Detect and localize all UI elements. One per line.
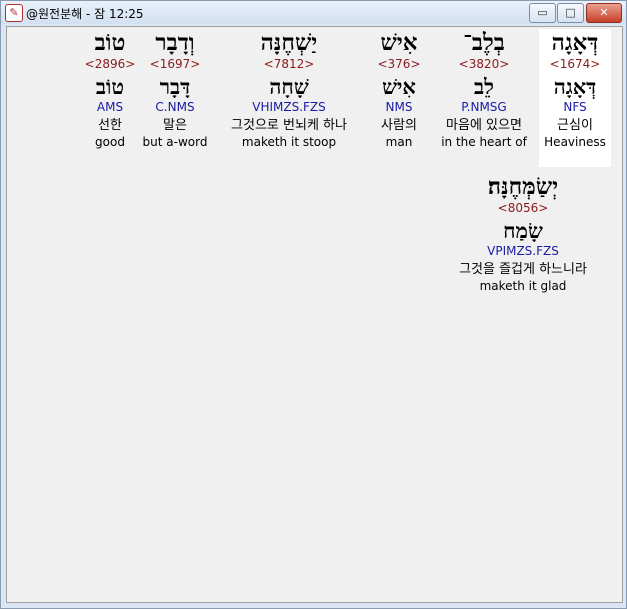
word-block-3[interactable]: אִישׁ <376> אִישׁ NMS 사람의 man bbox=[365, 29, 433, 150]
title-bar[interactable]: ✎ @원전분해 - 잠 12:25 ▭ □ ✕ bbox=[1, 1, 626, 24]
morphology-code: VHIMZS.FZS bbox=[252, 100, 326, 114]
korean-gloss: 그것으로 번뇌케 하나 bbox=[231, 118, 347, 133]
english-gloss: man bbox=[385, 135, 413, 149]
strongs-number[interactable]: <2896> bbox=[84, 57, 136, 72]
word-block-7[interactable]: יְשַׂמְּחֶנָּה׃ <8056> שָׂמַח VPIMZS.FZS… bbox=[435, 173, 611, 294]
strongs-number[interactable]: <3820> bbox=[434, 57, 534, 72]
english-gloss: but a-word bbox=[142, 135, 208, 149]
morphology-code: AMS bbox=[96, 100, 124, 114]
word-block-6[interactable]: טוֹב <2896> טוֹב AMS 선한 good bbox=[84, 29, 136, 150]
close-button[interactable]: ✕ bbox=[586, 3, 622, 23]
english-gloss: good bbox=[95, 135, 125, 149]
app-icon[interactable]: ✎ bbox=[5, 4, 23, 22]
hebrew-root: דָּבָר bbox=[159, 74, 191, 99]
hebrew-word: יְשַׂמְּחֶנָּה׃ bbox=[487, 173, 559, 200]
morphology-code: VPIMZS.FZS bbox=[487, 244, 559, 258]
hebrew-word: טוֹב bbox=[94, 29, 126, 56]
hebrew-root: שָׁחָה bbox=[269, 74, 309, 99]
strongs-number[interactable]: <8056> bbox=[435, 201, 611, 216]
hebrew-root: שָׂמַח bbox=[503, 218, 543, 243]
english-gloss: in the heart of bbox=[441, 135, 527, 149]
morphology-code: C.NMS bbox=[155, 100, 195, 114]
word-block-1[interactable]: דְּאָגָה <1674> דְּאָגָה NFS 근심이 Heavine… bbox=[539, 29, 611, 167]
word-block-2[interactable]: בְלֶב־ <3820> לֵב P.NMSG 마음에 있으면 in the … bbox=[434, 29, 534, 150]
morphology-code: NMS bbox=[385, 100, 413, 114]
hebrew-root: לֵב bbox=[474, 74, 494, 99]
maximize-button[interactable]: □ bbox=[557, 3, 584, 23]
analysis-pane: דְּאָגָה <1674> דְּאָגָה NFS 근심이 Heavine… bbox=[6, 26, 623, 603]
korean-gloss: 그것을 즐겁게 하느니라 bbox=[459, 262, 587, 277]
hebrew-word: בְלֶב־ bbox=[463, 29, 505, 56]
minimize-button[interactable]: ▭ bbox=[529, 3, 556, 23]
korean-gloss: 말은 bbox=[163, 118, 187, 133]
korean-gloss: 근심이 bbox=[557, 118, 593, 133]
hebrew-word: אִישׁ bbox=[380, 29, 418, 56]
app-window: ✎ @원전분해 - 잠 12:25 ▭ □ ✕ דְּאָגָה <1674> … bbox=[0, 0, 627, 609]
strongs-number[interactable]: <7812> bbox=[215, 57, 363, 72]
window-title: @원전분해 - 잠 12:25 bbox=[26, 7, 144, 21]
hebrew-root: אִישׁ bbox=[382, 74, 416, 99]
strongs-number[interactable]: <376> bbox=[365, 57, 433, 72]
hebrew-word: וְדָבָר bbox=[155, 29, 195, 56]
strongs-number[interactable]: <1697> bbox=[139, 57, 211, 72]
korean-gloss: 선한 bbox=[98, 118, 122, 133]
korean-gloss: 사람의 bbox=[381, 118, 417, 133]
strongs-number[interactable]: <1674> bbox=[539, 57, 611, 72]
morphology-code: NFS bbox=[563, 100, 587, 114]
english-gloss: Heaviness bbox=[544, 135, 606, 149]
hebrew-root: דְּאָגָה bbox=[553, 74, 597, 99]
hebrew-word: יַשְׁחֶנָּה bbox=[260, 29, 318, 56]
word-block-5[interactable]: וְדָבָר <1697> דָּבָר C.NMS 말은 but a-wor… bbox=[139, 29, 211, 150]
english-gloss: maketh it glad bbox=[479, 279, 567, 293]
korean-gloss: 마음에 있으면 bbox=[446, 118, 522, 133]
hebrew-word: דְּאָגָה bbox=[551, 29, 599, 56]
english-gloss: maketh it stoop bbox=[241, 135, 337, 149]
morphology-code: P.NMSG bbox=[461, 100, 507, 114]
hebrew-root: טוֹב bbox=[95, 74, 125, 99]
word-block-4[interactable]: יַשְׁחֶנָּה <7812> שָׁחָה VHIMZS.FZS 그것으… bbox=[215, 29, 363, 150]
